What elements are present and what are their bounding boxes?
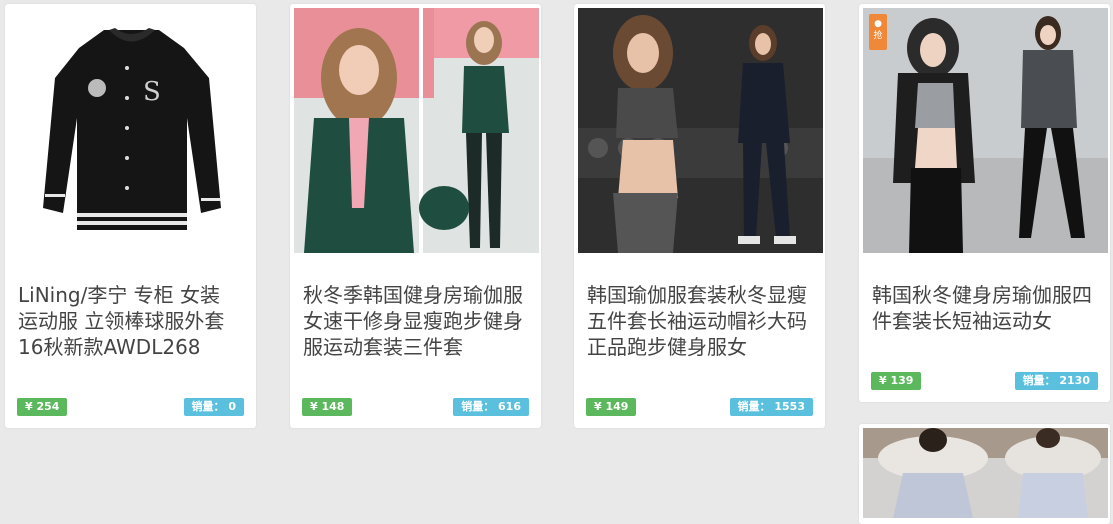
product-card[interactable] bbox=[859, 424, 1110, 524]
product-image[interactable] bbox=[578, 8, 823, 253]
product-image[interactable]: ● 抢 bbox=[863, 8, 1108, 253]
promo-badge: ● 抢 bbox=[869, 14, 887, 50]
price-badge: ¥ 148 bbox=[302, 398, 353, 416]
product-title[interactable]: 韩国瑜伽服套装秋冬显瘦五件套长袖运动帽衫大码正品跑步健身服女 bbox=[587, 282, 812, 360]
promo-badge-text: 抢 bbox=[873, 31, 883, 41]
price-badge: ¥ 254 bbox=[17, 398, 68, 416]
product-card[interactable]: 韩国瑜伽服套装秋冬显瘦五件套长袖运动帽衫大码正品跑步健身服女 ¥ 149 销量：… bbox=[574, 4, 825, 428]
sports-suit-image bbox=[294, 8, 539, 253]
price-badge: ¥ 139 bbox=[871, 372, 922, 390]
yoga-set-image bbox=[578, 8, 823, 253]
svg-text:S: S bbox=[143, 77, 161, 107]
product-title[interactable]: 韩国秋冬健身房瑜伽服四件套装长短袖运动女 bbox=[872, 282, 1097, 334]
product-title[interactable]: 秋冬季韩国健身房瑜伽服女速干修身显瘦跑步健身服运动套装三件套 bbox=[303, 282, 528, 360]
product-image[interactable] bbox=[863, 428, 1108, 518]
product-card[interactable]: S LiNing/李宁 专柜 女装 运动服 立领棒球服外套 16秋新款AWDL2… bbox=[5, 4, 256, 428]
product-image[interactable]: S bbox=[9, 8, 254, 253]
product-image[interactable] bbox=[294, 8, 539, 253]
product-title[interactable]: LiNing/李宁 专柜 女装 运动服 立领棒球服外套 16秋新款AWDL268 bbox=[18, 282, 243, 360]
sales-badge: 销量： 0 bbox=[183, 398, 244, 416]
fur-coat-image bbox=[863, 428, 1108, 518]
sales-badge: 销量： 1553 bbox=[729, 398, 813, 416]
jacket-image: S bbox=[9, 8, 254, 253]
flame-icon: ● bbox=[874, 19, 882, 29]
hooded-set-image bbox=[863, 8, 1108, 253]
sales-badge: 销量： 616 bbox=[453, 398, 529, 416]
sales-badge: 销量： 2130 bbox=[1014, 372, 1098, 390]
price-badge: ¥ 149 bbox=[586, 398, 637, 416]
product-card[interactable]: 秋冬季韩国健身房瑜伽服女速干修身显瘦跑步健身服运动套装三件套 ¥ 148 销量：… bbox=[290, 4, 541, 428]
product-card[interactable]: ● 抢 韩国秋冬健身房瑜伽服四件套装长短袖运动女 ¥ 139 销量： 2130 bbox=[859, 4, 1110, 402]
